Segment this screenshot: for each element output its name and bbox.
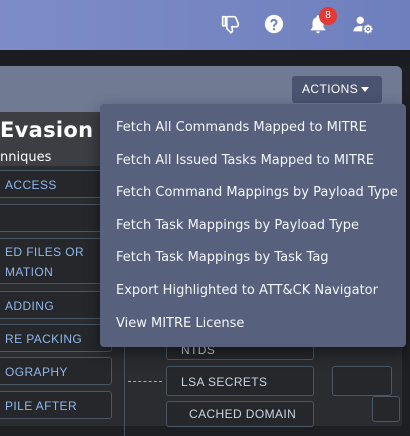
technique-cell[interactable] bbox=[0, 204, 112, 232]
actions-button-label: ACTIONS bbox=[302, 82, 359, 96]
technique-cell[interactable]: OGRAPHY bbox=[0, 357, 112, 385]
right-technique-cell[interactable] bbox=[332, 366, 392, 396]
menu-item-view-mitre-license[interactable]: View MITRE License bbox=[100, 308, 406, 341]
subtechnique-lsa-secrets[interactable]: LSA SECRETS bbox=[166, 366, 314, 396]
caret-down-icon bbox=[361, 87, 369, 92]
tactic-title: Evasion bbox=[0, 118, 94, 142]
help-circle-icon[interactable] bbox=[263, 13, 285, 35]
menu-item-fetch-all-issued-tasks[interactable]: Fetch All Issued Tasks Mapped to MITRE bbox=[100, 145, 406, 178]
notification-count-badge: 8 bbox=[319, 7, 337, 25]
user-settings-icon[interactable] bbox=[352, 13, 374, 35]
menu-item-export-attack-navigator[interactable]: Export Highlighted to ATT&CK Navigator bbox=[100, 275, 406, 308]
page-background-band bbox=[0, 50, 410, 66]
technique-cell[interactable]: RE PACKING bbox=[0, 324, 112, 352]
menu-item-fetch-command-mappings-payload[interactable]: Fetch Command Mappings by Payload Type bbox=[100, 177, 406, 210]
right-technique-cell[interactable] bbox=[372, 396, 400, 422]
menu-item-fetch-task-mappings-payload[interactable]: Fetch Task Mappings by Payload Type bbox=[100, 210, 406, 243]
thumbs-down-icon[interactable] bbox=[219, 13, 241, 35]
menu-item-fetch-all-commands[interactable]: Fetch All Commands Mapped to MITRE bbox=[100, 112, 406, 145]
actions-dropdown-menu: Fetch All Commands Mapped to MITRE Fetch… bbox=[100, 104, 406, 347]
technique-cell[interactable]: ADDING bbox=[0, 291, 112, 319]
menu-item-fetch-task-mappings-tag[interactable]: Fetch Task Mappings by Task Tag bbox=[100, 242, 406, 275]
tactic-technique-count: nniques bbox=[0, 150, 52, 165]
subtechnique-cached-domain[interactable]: CACHED DOMAIN bbox=[166, 401, 314, 427]
actions-button[interactable]: ACTIONS bbox=[292, 76, 382, 103]
connector-dash bbox=[128, 381, 162, 382]
top-app-bar: 8 bbox=[0, 0, 410, 50]
technique-cell[interactable]: ACCESS bbox=[0, 170, 112, 198]
technique-cell[interactable]: ED FILES OR MATION bbox=[0, 238, 112, 284]
technique-cell[interactable]: PILE AFTER bbox=[0, 391, 112, 419]
